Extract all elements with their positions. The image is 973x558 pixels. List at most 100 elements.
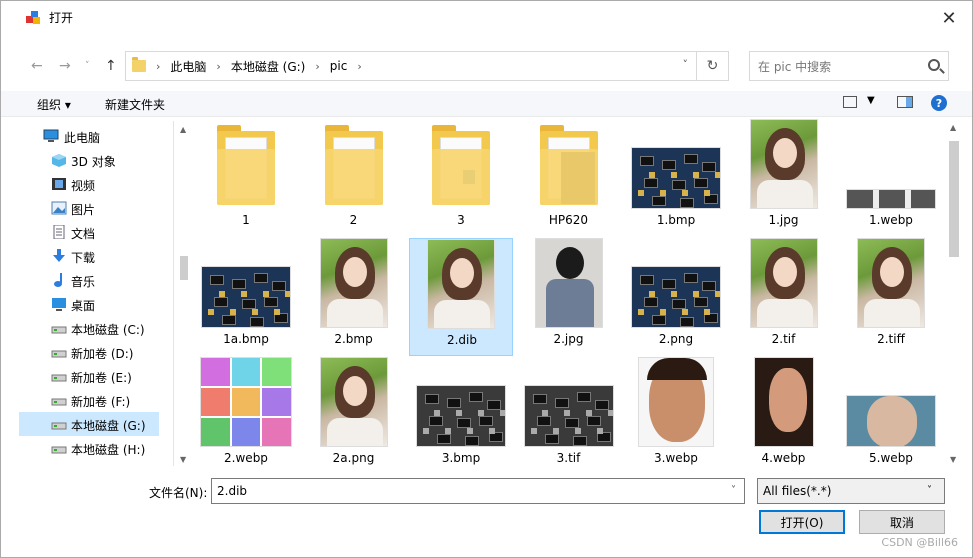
close-icon[interactable]: ✕	[938, 7, 960, 29]
file-name: 1a.bmp	[223, 332, 269, 346]
file-item[interactable]: 1.bmp	[624, 119, 728, 237]
image-thumbnail	[738, 238, 830, 330]
sidebar-item[interactable]: 新加卷 (D:)	[19, 340, 159, 364]
file-item[interactable]: 1a.bmp	[194, 238, 298, 356]
sidebar-item[interactable]: 新加卷 (F:)	[19, 388, 159, 412]
sidebar-item[interactable]: 下载	[19, 244, 159, 268]
sidebar-item[interactable]: 文档	[19, 220, 159, 244]
sidebar-item-label: 新加卷 (D:)	[71, 347, 134, 361]
breadcrumb-item[interactable]: pic	[330, 59, 348, 73]
breadcrumb-chevron-icon[interactable]: ›	[216, 60, 220, 73]
image-icon	[51, 201, 67, 215]
breadcrumb-chevron-icon[interactable]: ›	[315, 60, 319, 73]
file-name: 3.webp	[654, 451, 698, 465]
sidebar-item-label: 新加卷 (E:)	[71, 371, 132, 385]
file-type-dropdown-icon[interactable]: ˅	[927, 485, 932, 496]
forward-arrow-icon[interactable]: →	[59, 58, 71, 74]
file-name: 3	[457, 213, 465, 227]
back-arrow-icon[interactable]: ←	[31, 58, 43, 74]
file-name: 3.tif	[556, 451, 581, 465]
organize-button[interactable]: 组织 ▾	[37, 96, 71, 113]
image-thumbnail	[845, 119, 937, 211]
file-name: HP620	[548, 213, 589, 227]
app-icon	[25, 9, 41, 25]
watermark: CSDN @Bill66	[881, 536, 958, 549]
file-item[interactable]: 1.jpg	[732, 119, 836, 237]
file-type-select[interactable]: All files(*.*)	[757, 478, 945, 504]
folder-item[interactable]: 2	[302, 119, 406, 237]
file-item[interactable]: 2.tiff	[839, 238, 943, 356]
sidebar-item[interactable]: 3D 对象	[19, 148, 159, 172]
file-item[interactable]: 5.webp	[839, 357, 943, 466]
open-dialog: 打开 ✕ ← → ˅ ↑ › 此电脑 › 本地磁盘 (G:) › pic › ˅…	[0, 0, 973, 558]
folder-item[interactable]: 3	[409, 119, 513, 237]
breadcrumb-chevron-icon[interactable]: ›	[156, 60, 160, 73]
file-item[interactable]: 3.bmp	[409, 357, 513, 466]
desktop-icon	[51, 297, 67, 311]
sidebar-item-label: 视频	[71, 179, 96, 193]
filename-field[interactable]: 2.dib	[211, 478, 745, 504]
sidebar-item[interactable]: 新加卷 (E:)	[19, 364, 159, 388]
folder-item[interactable]: 1	[194, 119, 298, 237]
file-list-scrollbar[interactable]: ▲ ▼	[946, 119, 962, 466]
open-button[interactable]: 打开(O)	[759, 510, 845, 534]
up-arrow-icon[interactable]: ↑	[105, 58, 117, 74]
sidebar-item[interactable]: 本地磁盘 (G:)	[19, 412, 159, 436]
scroll-up-icon[interactable]: ▲	[950, 123, 956, 132]
folder-icon	[217, 125, 275, 205]
cancel-button-label: 取消	[889, 515, 914, 530]
folder-item[interactable]: HP620	[517, 119, 621, 237]
sidebar-item[interactable]: 图片	[19, 196, 159, 220]
new-folder-button[interactable]: 新建文件夹	[105, 96, 165, 113]
file-item[interactable]: 1.webp	[839, 119, 943, 237]
file-item[interactable]: 3.tif	[517, 357, 621, 466]
breadcrumb-item[interactable]: 此电脑	[170, 58, 206, 75]
file-item[interactable]: 2.bmp	[302, 238, 406, 356]
preview-pane-icon[interactable]	[897, 96, 913, 108]
file-name: 2a.png	[332, 451, 375, 465]
sidebar-item[interactable]: 本地磁盘 (H:)	[19, 436, 159, 460]
file-item[interactable]: 2.dib	[409, 238, 513, 356]
address-dropdown-icon[interactable]: ˅	[683, 58, 689, 71]
sidebar-item[interactable]: 音乐	[19, 268, 159, 292]
file-item[interactable]: 2.png	[624, 238, 728, 356]
image-thumbnail	[845, 238, 937, 330]
image-thumbnail	[200, 238, 292, 330]
refresh-icon[interactable]: ↻	[696, 52, 728, 80]
sidebar-item[interactable]: 此电脑	[19, 124, 159, 148]
image-thumbnail	[738, 357, 830, 449]
image-thumbnail	[630, 238, 722, 330]
file-item[interactable]: 2.webp	[194, 357, 298, 466]
view-options-icon[interactable]	[843, 96, 857, 108]
file-name: 1.webp	[869, 213, 913, 227]
image-thumbnail	[523, 357, 615, 449]
scroll-down-icon[interactable]: ▼	[950, 455, 956, 464]
file-item[interactable]: 2a.png	[302, 357, 406, 466]
breadcrumb-chevron-icon[interactable]: ›	[357, 60, 361, 73]
image-thumbnail	[845, 357, 937, 449]
sidebar-item[interactable]: 视频	[19, 172, 159, 196]
sidebar-item[interactable]: 本地磁盘 (C:)	[19, 316, 159, 340]
file-item[interactable]: 2.jpg	[517, 238, 621, 356]
file-item[interactable]: 3.webp	[624, 357, 728, 466]
scroll-thumb[interactable]	[949, 141, 959, 257]
cancel-button[interactable]: 取消	[859, 510, 945, 534]
help-icon[interactable]: ?	[931, 95, 947, 111]
image-thumbnail	[523, 238, 615, 330]
file-name: 1.jpg	[768, 213, 799, 227]
file-name: 5.webp	[869, 451, 913, 465]
file-name: 1	[242, 213, 250, 227]
recent-dropdown-icon[interactable]: ˅	[85, 61, 90, 71]
file-item[interactable]: 2.tif	[732, 238, 836, 356]
search-input[interactable]: 在 pic 中搜索	[749, 51, 949, 81]
address-box[interactable]: › 此电脑 › 本地磁盘 (G:) › pic › ˅ ↻	[125, 51, 729, 81]
file-item[interactable]: 4.webp	[732, 357, 836, 466]
sidebar-item-label: 图片	[71, 203, 96, 217]
filename-dropdown-icon[interactable]: ˅	[731, 485, 736, 496]
sidebar-item[interactable]: 桌面	[19, 292, 159, 316]
search-icon[interactable]	[928, 59, 940, 71]
breadcrumb-item[interactable]: 本地磁盘 (G:)	[231, 58, 306, 75]
file-list: 1 2 3 HP620 1.bmp 1.jpg 1.webp 1a.bmp 2.bmp 2.dib…	[176, 119, 946, 466]
view-dropdown-icon[interactable]: ▼	[867, 95, 875, 106]
music-icon	[51, 273, 67, 287]
